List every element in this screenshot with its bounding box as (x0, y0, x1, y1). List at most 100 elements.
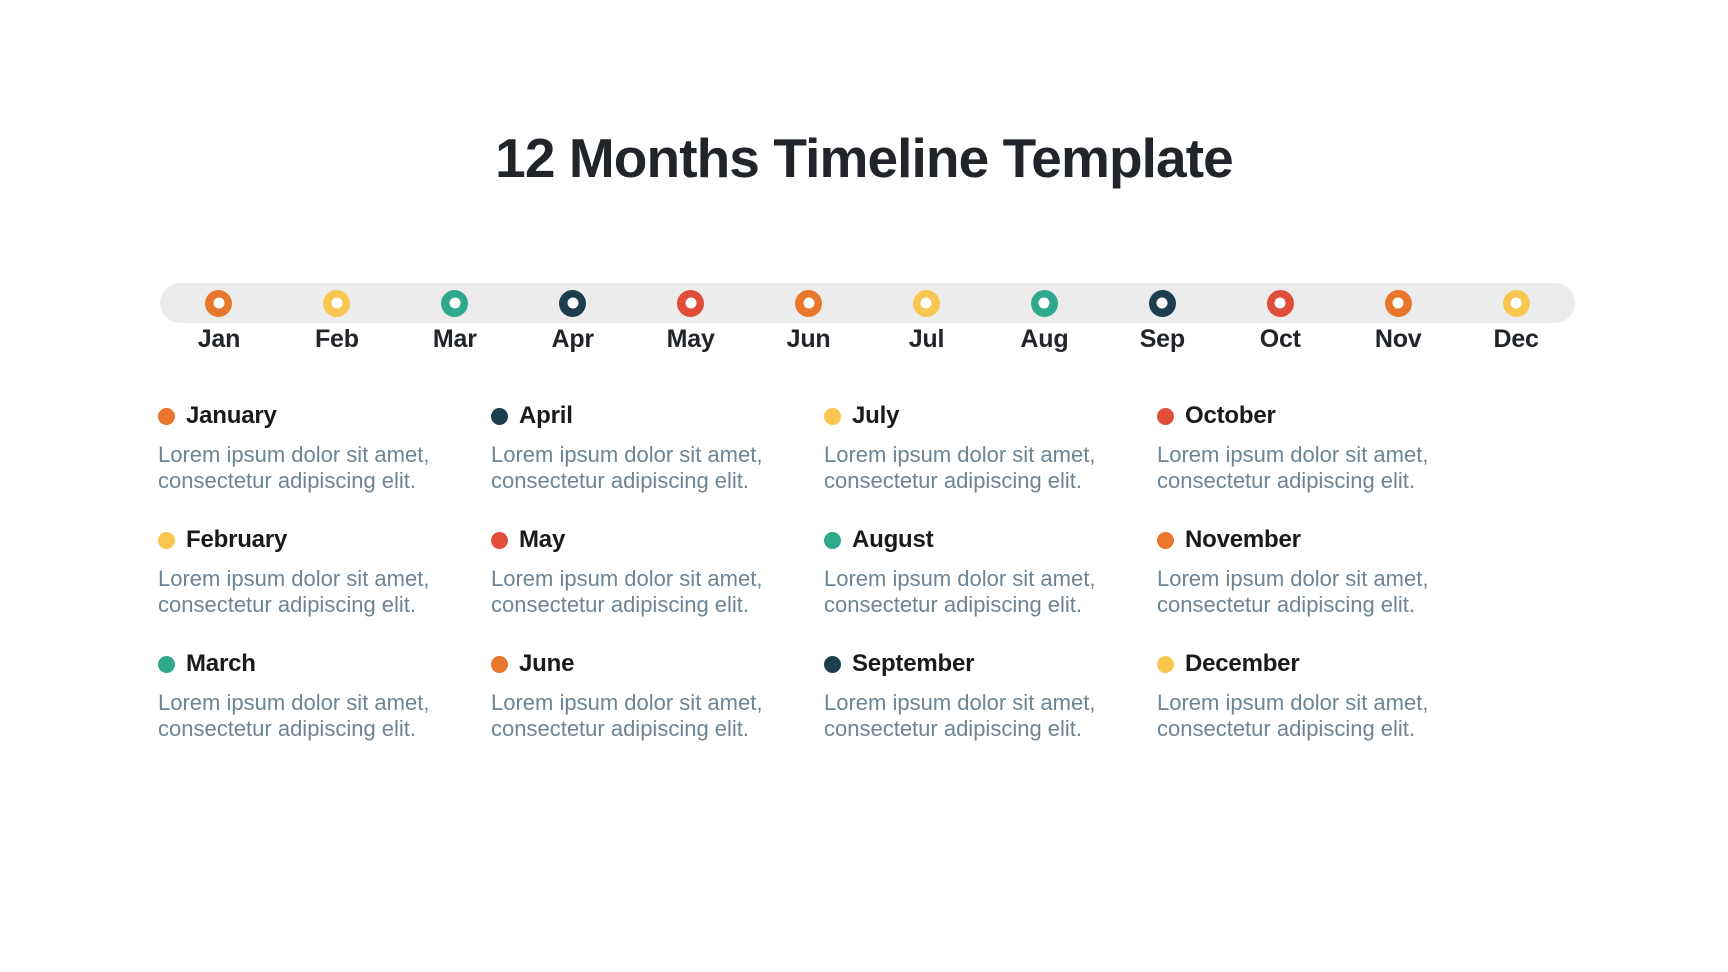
legend-item-description: Lorem ipsum dolor sit amet, consectetur … (824, 442, 1096, 494)
month-label-may: May (666, 325, 715, 353)
legend-item-month: February (186, 526, 288, 553)
legend-item-january[interactable]: January Lorem ipsum dolor sit amet, conse… (158, 404, 458, 528)
legend-item-description: Lorem ipsum dolor sit amet, consectetur … (158, 566, 430, 618)
legend-item-header: November (1157, 528, 1457, 552)
legend-item-description: Lorem ipsum dolor sit amet, consectetur … (158, 690, 430, 742)
bullet-dot-icon (824, 531, 841, 549)
ring-marker-icon (1030, 289, 1058, 317)
timeline-marker-feb[interactable] (278, 289, 396, 317)
timeline-marker-oct[interactable] (1221, 289, 1339, 317)
legend-item-header: December (1157, 652, 1457, 676)
legend-item-description: Lorem ipsum dolor sit amet, consectetur … (824, 566, 1096, 618)
month-label-feb: Feb (314, 325, 359, 353)
timeline: Jan Feb Mar Apr May Jun Jul Aug Sep Oct Nov Dec (160, 283, 1575, 353)
legend-item-description: Lorem ipsum dolor sit amet, consectetur … (491, 442, 763, 494)
legend-item-header: January (158, 404, 458, 428)
legend-item-header: October (1157, 404, 1457, 428)
bullet-dot-icon (824, 407, 841, 425)
legend-item-description: Lorem ipsum dolor sit amet, consectetur … (158, 442, 430, 494)
ring-marker-icon (323, 289, 351, 317)
ring-marker-icon (912, 289, 940, 317)
bullet-dot-icon (158, 655, 175, 673)
timeline-marker-dec[interactable] (1457, 289, 1575, 317)
bullet-dot-icon (158, 531, 175, 549)
timeline-marker-sep[interactable] (1103, 289, 1221, 317)
month-label-jan: Jan (197, 325, 241, 353)
timeline-marker-nov[interactable] (1339, 289, 1457, 317)
legend-item-month: September (852, 650, 975, 677)
month-label-mar: Mar (432, 325, 477, 353)
month-label-sep: Sep (1139, 325, 1185, 353)
legend-item-month: November (1185, 526, 1301, 553)
legend-item-june[interactable]: June Lorem ipsum dolor sit amet, consecte… (491, 652, 791, 776)
legend-item-september[interactable]: September Lorem ipsum dolor sit amet, con… (824, 652, 1124, 776)
bullet-dot-icon (491, 531, 508, 549)
legend-item-march[interactable]: March Lorem ipsum dolor sit amet, consect… (158, 652, 458, 776)
month-label-nov: Nov (1374, 325, 1422, 353)
legend-item-header: July (824, 404, 1124, 428)
legend-item-description: Lorem ipsum dolor sit amet, consectetur … (1157, 442, 1429, 494)
legend-item-header: April (491, 404, 791, 428)
bullet-dot-icon (158, 407, 175, 425)
timeline-bar (160, 283, 1575, 323)
legend-item-month: June (519, 650, 575, 677)
month-label-jul: Jul (908, 325, 945, 353)
month-label-oct: Oct (1259, 325, 1301, 353)
ring-marker-icon (1384, 289, 1412, 317)
legend-item-month: October (1185, 402, 1276, 429)
bullet-dot-icon (491, 655, 508, 673)
legend-item-header: February (158, 528, 458, 552)
legend-item-november[interactable]: November Lorem ipsum dolor sit amet, cons… (1157, 528, 1457, 652)
month-label-aug: Aug (1020, 325, 1069, 353)
timeline-marker-mar[interactable] (396, 289, 514, 317)
timeline-marker-jan[interactable] (160, 289, 278, 317)
ring-marker-icon (1266, 289, 1294, 317)
legend-item-header: May (491, 528, 791, 552)
ring-marker-icon (795, 289, 823, 317)
legend-item-description: Lorem ipsum dolor sit amet, consectetur … (491, 690, 763, 742)
legend-grid: January Lorem ipsum dolor sit amet, conse… (158, 404, 1578, 776)
legend-item-month: May (519, 526, 566, 553)
legend-item-description: Lorem ipsum dolor sit amet, consectetur … (824, 690, 1096, 742)
timeline-month-labels: Jan Feb Mar Apr May Jun Jul Aug Sep Oct Nov Dec (160, 325, 1575, 354)
legend-item-february[interactable]: February Lorem ipsum dolor sit amet, cons… (158, 528, 458, 652)
ring-marker-icon (441, 289, 469, 317)
bullet-dot-icon (1157, 531, 1174, 549)
legend-item-header: March (158, 652, 458, 676)
ring-marker-icon (205, 289, 233, 317)
legend-item-august[interactable]: August Lorem ipsum dolor sit amet, consec… (824, 528, 1124, 652)
legend-item-description: Lorem ipsum dolor sit amet, consectetur … (1157, 566, 1429, 618)
legend-item-header: September (824, 652, 1124, 676)
page-title: 12 Months Timeline Template (495, 127, 1234, 189)
slide-canvas: 12 Months Timeline Template Jan Feb Mar Apr… (0, 0, 1728, 972)
bullet-dot-icon (824, 655, 841, 673)
timeline-marker-aug[interactable] (985, 289, 1103, 317)
bullet-dot-icon (1157, 407, 1174, 425)
timeline-marker-apr[interactable] (514, 289, 632, 317)
legend-item-month: March (186, 650, 256, 677)
legend-item-description: Lorem ipsum dolor sit amet, consectetur … (491, 566, 763, 618)
bullet-dot-icon (1157, 655, 1174, 673)
timeline-marker-may[interactable] (632, 289, 750, 317)
month-label-jun: Jun (786, 325, 831, 353)
legend-item-may[interactable]: May Lorem ipsum dolor sit amet, consectet… (491, 528, 791, 652)
ring-marker-icon (559, 289, 587, 317)
legend-item-header: June (491, 652, 791, 676)
legend-item-december[interactable]: December Lorem ipsum dolor sit amet, cons… (1157, 652, 1457, 776)
legend-item-april[interactable]: April Lorem ipsum dolor sit amet, consect… (491, 404, 791, 528)
legend-item-month: July (852, 402, 900, 429)
timeline-marker-jun[interactable] (750, 289, 868, 317)
legend-item-description: Lorem ipsum dolor sit amet, consectetur … (1157, 690, 1429, 742)
month-label-dec: Dec (1493, 325, 1539, 353)
legend-item-july[interactable]: July Lorem ipsum dolor sit amet, consecte… (824, 404, 1124, 528)
legend-item-october[interactable]: October Lorem ipsum dolor sit amet, conse… (1157, 404, 1457, 528)
legend-item-month: January (186, 402, 277, 429)
legend-item-month: December (1185, 650, 1300, 677)
legend-item-month: August (852, 526, 934, 553)
legend-item-month: April (519, 402, 573, 429)
timeline-marker-jul[interactable] (868, 289, 986, 317)
month-label-apr: Apr (551, 325, 594, 353)
ring-marker-icon (1148, 289, 1176, 317)
ring-marker-icon (677, 289, 705, 317)
bullet-dot-icon (491, 407, 508, 425)
